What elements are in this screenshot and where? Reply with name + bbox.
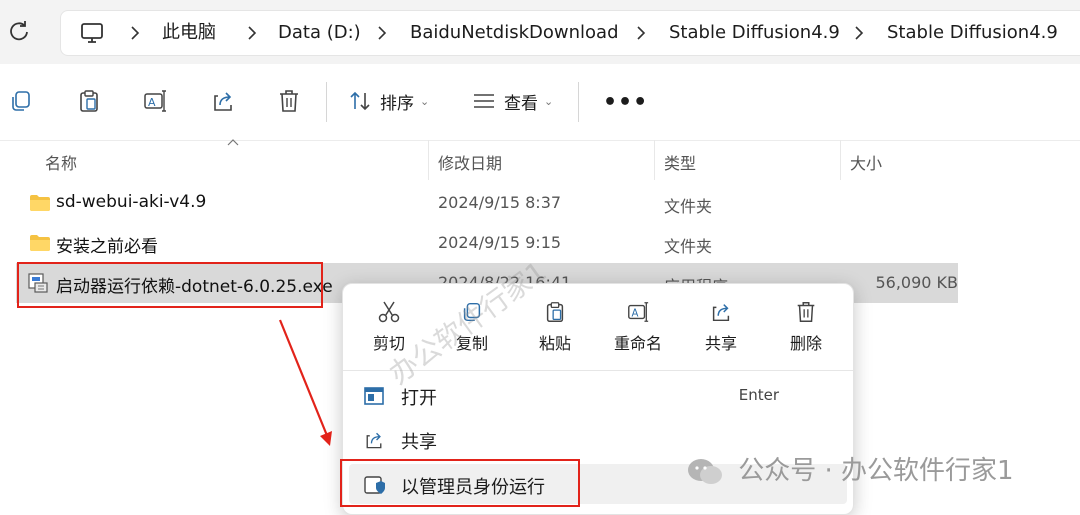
chevron-down-icon: ⌄	[420, 94, 430, 108]
toolbar-divider	[326, 82, 327, 122]
rename-label: 重命名	[613, 334, 662, 353]
file-type: 文件夹	[664, 197, 713, 216]
column-divider[interactable]	[654, 140, 655, 180]
refresh-icon[interactable]	[6, 18, 32, 44]
sort-button[interactable]: 排序 ⌄	[348, 86, 429, 116]
wechat-icon	[688, 458, 722, 484]
column-header-row: 名称 修改日期 类型 大小	[0, 140, 1080, 180]
folder-icon	[30, 235, 50, 251]
rename-button[interactable]: A 重命名	[603, 294, 673, 354]
column-header-type[interactable]: 类型	[664, 150, 696, 174]
view-label: 查看	[504, 93, 538, 114]
more-options-button[interactable]: •••	[603, 90, 648, 115]
file-size: 56,090 KB	[875, 273, 958, 292]
share-icon	[366, 432, 382, 449]
chevron-right-icon	[131, 26, 140, 40]
svg-text:A: A	[632, 309, 639, 320]
delete-icon[interactable]	[276, 88, 302, 114]
watermark-footer: 公众号 · 办公软件行家1	[686, 450, 1014, 487]
toolbar-divider	[578, 82, 579, 122]
copy-icon[interactable]	[8, 88, 34, 114]
file-row[interactable]: 安装之前必看 2024/9/15 9:15 文件夹	[0, 223, 1080, 263]
paste-label: 粘贴	[538, 334, 571, 353]
view-button[interactable]: 查看 ⌄	[472, 86, 553, 116]
view-icon	[474, 94, 494, 108]
rename-icon: A	[628, 302, 649, 322]
file-row[interactable]: sd-webui-aki-v4.9 2024/9/15 8:37 文件夹	[0, 183, 1080, 223]
breadcrumb-item[interactable]: Stable Diffusion4.9	[887, 11, 1058, 55]
watermark-footer-text: 公众号 · 办公软件行家1	[738, 456, 1014, 486]
column-divider[interactable]	[840, 140, 841, 180]
share-icon[interactable]	[210, 88, 236, 114]
trash-icon	[797, 302, 815, 322]
command-bar: A 排序 ⌄ 查看 ⌄ •••	[0, 64, 1080, 141]
svg-text:A: A	[148, 96, 156, 109]
breadcrumb-item[interactable]: Stable Diffusion4.9	[669, 11, 840, 55]
column-divider[interactable]	[428, 140, 429, 180]
chevron-right-icon	[378, 26, 387, 40]
scissors-icon	[378, 301, 400, 323]
breadcrumb-item[interactable]: 此电脑	[162, 11, 216, 55]
breadcrumb-item[interactable]: BaiduNetdiskDownload	[410, 11, 619, 55]
paste-icon[interactable]	[76, 88, 102, 114]
folder-icon	[30, 195, 50, 211]
breadcrumb-item[interactable]: Data (D:)	[278, 11, 361, 55]
annotation-arrow	[278, 319, 332, 446]
file-name: sd-webui-aki-v4.9	[56, 192, 207, 212]
file-name: 安装之前必看	[56, 237, 158, 257]
menu-item-open[interactable]: 打开 Enter	[343, 375, 853, 415]
file-date: 2024/9/15 8:37	[438, 193, 562, 212]
rename-icon[interactable]: A	[142, 88, 168, 114]
paste-button[interactable]: 粘贴	[520, 294, 590, 354]
sort-icon	[350, 91, 370, 111]
open-icon	[364, 387, 384, 405]
file-date: 2024/9/15 9:15	[438, 233, 562, 252]
file-type: 文件夹	[664, 237, 713, 256]
chevron-right-icon	[855, 26, 864, 40]
paste-icon	[546, 302, 564, 322]
chevron-right-icon	[248, 26, 257, 40]
column-header-size[interactable]: 大小	[850, 150, 882, 174]
chevron-down-icon: ⌄	[544, 94, 554, 108]
delete-button[interactable]: 删除	[771, 294, 841, 354]
share-button[interactable]: 共享	[686, 294, 756, 354]
computer-icon	[81, 23, 103, 43]
delete-label: 删除	[789, 334, 822, 353]
sort-label: 排序	[380, 93, 414, 114]
open-shortcut: Enter	[738, 386, 779, 404]
annotation-highlight-runas	[340, 459, 580, 507]
column-header-date[interactable]: 修改日期	[438, 150, 502, 174]
chevron-right-icon	[637, 26, 646, 40]
share-icon	[712, 304, 730, 322]
address-bar[interactable]: 此电脑 Data (D:) BaiduNetdiskDownload Stabl…	[60, 10, 1080, 56]
share-label: 共享	[401, 432, 437, 453]
share-label: 共享	[704, 334, 737, 353]
annotation-highlight-file	[17, 262, 323, 308]
column-header-name[interactable]: 名称	[45, 150, 77, 174]
